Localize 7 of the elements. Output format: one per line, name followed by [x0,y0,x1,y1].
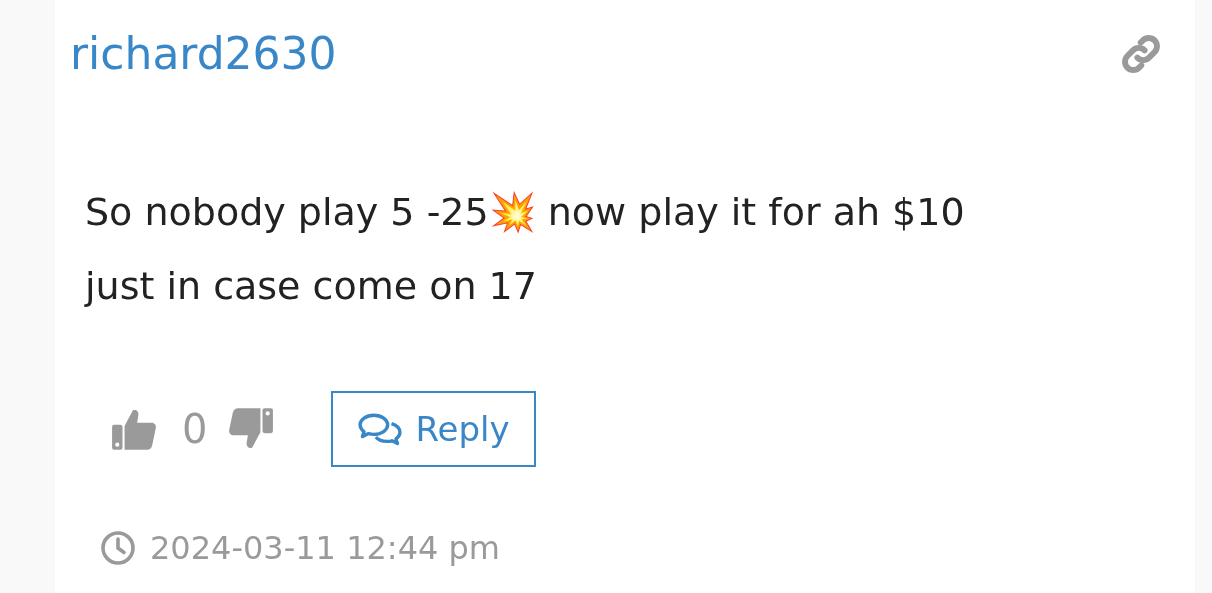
reply-button[interactable]: Reply [331,391,536,467]
comment-text: So nobody play 5 -25💥 now play it for ah $10 just in case come on 17 [85,189,966,310]
author-link[interactable]: richard2630 [70,28,337,79]
vote-count: 0 [182,406,208,452]
chat-bubbles-icon [357,412,404,446]
clock-icon [100,530,136,566]
timestamp: 2024-03-11 12:44 pm [150,529,500,567]
